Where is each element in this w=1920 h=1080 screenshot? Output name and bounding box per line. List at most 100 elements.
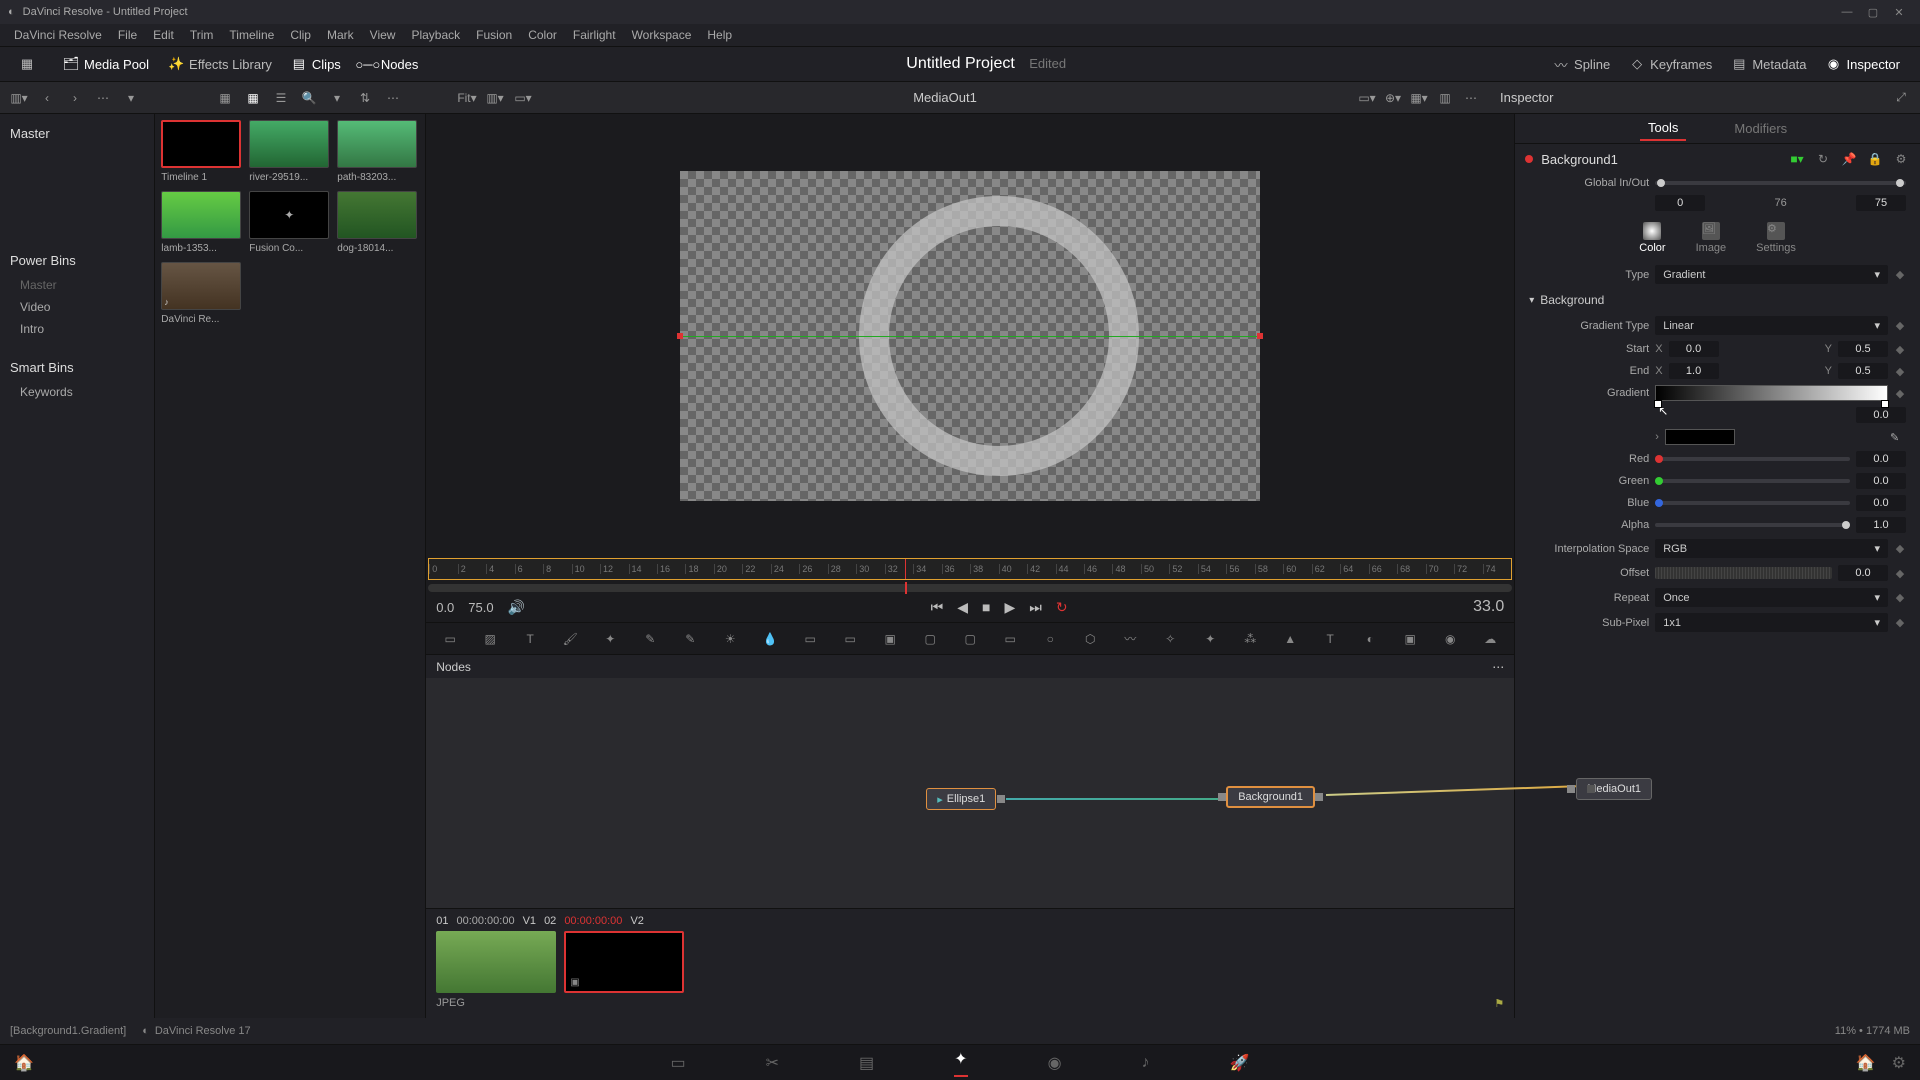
tool-resize[interactable]: ▢ (920, 629, 940, 649)
keyframe-diamond[interactable]: ◆ (1894, 268, 1906, 281)
mode-tab-color[interactable]: Color (1639, 222, 1665, 254)
mode-tab-image[interactable]: 🖼Image (1696, 222, 1727, 254)
time-ruler[interactable]: 0246810121416182022242628303234363840424… (428, 558, 1512, 580)
global-in-value[interactable]: 0 (1655, 195, 1705, 211)
gradtype-dropdown[interactable]: Linear▾ (1655, 316, 1888, 335)
view-dual-icon[interactable]: ▭▾ (512, 87, 534, 109)
stop-button[interactable]: ■ (982, 599, 990, 615)
sort-icon[interactable]: ⇅ (354, 87, 376, 109)
media-page-button[interactable]: ▭ (671, 1053, 686, 1073)
project-settings-icon[interactable]: ⚙ (1892, 1053, 1906, 1073)
interp-dropdown[interactable]: RGB▾ (1655, 539, 1888, 558)
inspector-tab-tools[interactable]: Tools (1640, 116, 1686, 141)
tool-paint[interactable]: 🖌 (560, 629, 580, 649)
reset-icon[interactable]: ↻ (1814, 152, 1832, 166)
global-out-value[interactable]: 75 (1856, 195, 1906, 211)
nodes-canvas[interactable]: ▸ Ellipse1 Background1 MediaOut1 (426, 678, 1514, 908)
media-pool-toggle[interactable]: 🗂 Media Pool (54, 53, 159, 76)
menu-playback[interactable]: Playback (403, 28, 468, 42)
color-swatch[interactable] (1665, 429, 1735, 445)
tool-prender[interactable]: ✦ (1200, 629, 1220, 649)
inspector-tab-modifiers[interactable]: Modifiers (1726, 117, 1795, 140)
close-button[interactable]: ✕ (1886, 6, 1912, 19)
alpha-slider[interactable] (1655, 523, 1850, 527)
keyframe-diamond[interactable]: ◆ (1894, 343, 1906, 356)
end-y-value[interactable]: 0.5 (1838, 363, 1888, 379)
bin-intro[interactable]: Intro (10, 318, 144, 340)
tool-blur[interactable]: 💧 (760, 629, 780, 649)
deliver-page-button[interactable]: 🚀 (1230, 1053, 1250, 1073)
tool-bspline[interactable]: ✎ (640, 629, 660, 649)
tool-render3d[interactable]: ☁ (1480, 629, 1500, 649)
viewer-canvas[interactable] (680, 171, 1260, 501)
mode-tab-settings[interactable]: ⚙Settings (1756, 222, 1796, 254)
gradient-marker-end[interactable] (1881, 400, 1889, 408)
blue-slider[interactable] (1655, 501, 1850, 505)
tool-mattecontrol[interactable]: ▭ (840, 629, 860, 649)
start-x-value[interactable]: 0.0 (1669, 341, 1719, 357)
tool-transform[interactable]: ▣ (880, 629, 900, 649)
eyedropper-icon[interactable]: ✎ (1890, 431, 1906, 444)
clip-item[interactable]: dog-18014... (337, 191, 417, 254)
gradient-control-line[interactable] (680, 336, 1260, 337)
nav-back[interactable]: ‹ (36, 87, 58, 109)
spline-toggle[interactable]: 〰Spline (1544, 53, 1620, 76)
end-x-value[interactable]: 1.0 (1669, 363, 1719, 379)
green-slider[interactable] (1655, 479, 1850, 483)
bin-video[interactable]: Video (10, 296, 144, 318)
tool-pemitter[interactable]: ⁂ (1240, 629, 1260, 649)
tool-particle[interactable]: ✧ (1160, 629, 1180, 649)
red-value[interactable]: 0.0 (1856, 451, 1906, 467)
layout-dropdown[interactable]: ▥▾ (8, 87, 30, 109)
smartbin-keywords[interactable]: Keywords (10, 381, 144, 403)
menu-app[interactable]: DaVinci Resolve (6, 28, 110, 42)
menu-mark[interactable]: Mark (319, 28, 362, 42)
tool-ellipse[interactable]: ○ (1040, 629, 1060, 649)
offset-value[interactable]: 0.0 (1838, 565, 1888, 581)
color-page-button[interactable]: ◉ (1048, 1053, 1062, 1073)
fusion-page-button[interactable]: ✦ (954, 1049, 967, 1077)
more-icon[interactable]: ⋯ (382, 87, 404, 109)
keyframe-diamond[interactable]: ◆ (1894, 542, 1906, 555)
nodes-toggle[interactable]: ○─○ Nodes (351, 53, 429, 76)
tool-text[interactable]: T (520, 629, 540, 649)
global-range-slider[interactable] (1655, 181, 1906, 185)
clip-item[interactable]: river-29519... (249, 120, 329, 183)
clipstrip-item-2[interactable]: ▣ (564, 931, 684, 993)
clipstrip-item-1[interactable] (436, 931, 556, 993)
search-icon[interactable]: 🔍 (298, 87, 320, 109)
tool-fastnoise[interactable]: ▨ (480, 629, 500, 649)
minimize-button[interactable]: — (1834, 6, 1860, 18)
clip-item[interactable]: Timeline 1 (161, 120, 241, 183)
settings-gear-icon[interactable]: ⚙ (1892, 152, 1910, 166)
tool-crop[interactable]: ▢ (960, 629, 980, 649)
type-dropdown[interactable]: Gradient▾ (1655, 265, 1888, 284)
tool-light[interactable]: ◉ (1440, 629, 1460, 649)
tool-shape3d[interactable]: ◐ (1360, 629, 1380, 649)
current-frame[interactable]: 33.0 (1473, 598, 1504, 616)
layout-toggle[interactable]: ▦ (10, 53, 44, 75)
view-thumb-icon[interactable]: ▦ (214, 87, 236, 109)
menu-view[interactable]: View (362, 28, 404, 42)
keyframe-diamond[interactable]: ◆ (1894, 387, 1906, 400)
menu-fairlight[interactable]: Fairlight (565, 28, 624, 42)
overlay-icon[interactable]: ⊕▾ (1382, 87, 1404, 109)
menu-file[interactable]: File (110, 28, 145, 42)
menu-help[interactable]: Help (699, 28, 740, 42)
mute-icon[interactable]: 🔊 (508, 599, 525, 616)
gradient-strip[interactable]: ↖ (1655, 385, 1888, 401)
tool-rectangle[interactable]: ▭ (1000, 629, 1020, 649)
menu-edit[interactable]: Edit (145, 28, 182, 42)
view-grid-icon[interactable]: ▦ (242, 87, 264, 109)
red-slider[interactable] (1655, 457, 1850, 461)
subpixel-dropdown[interactable]: 1x1▾ (1655, 613, 1888, 632)
tile-icon[interactable]: ▥ (1434, 87, 1456, 109)
pin-icon[interactable]: 📌 (1840, 152, 1858, 166)
clip-item[interactable]: path-83203... (337, 120, 417, 183)
expand-icon[interactable]: ⤢ (1890, 87, 1912, 109)
keyframe-diamond[interactable]: ◆ (1894, 319, 1906, 332)
effects-library-toggle[interactable]: ✨ Effects Library (159, 53, 282, 76)
goto-start-button[interactable]: ⏮ (931, 599, 944, 616)
menu-timeline[interactable]: Timeline (221, 28, 282, 42)
nav-forward[interactable]: › (64, 87, 86, 109)
